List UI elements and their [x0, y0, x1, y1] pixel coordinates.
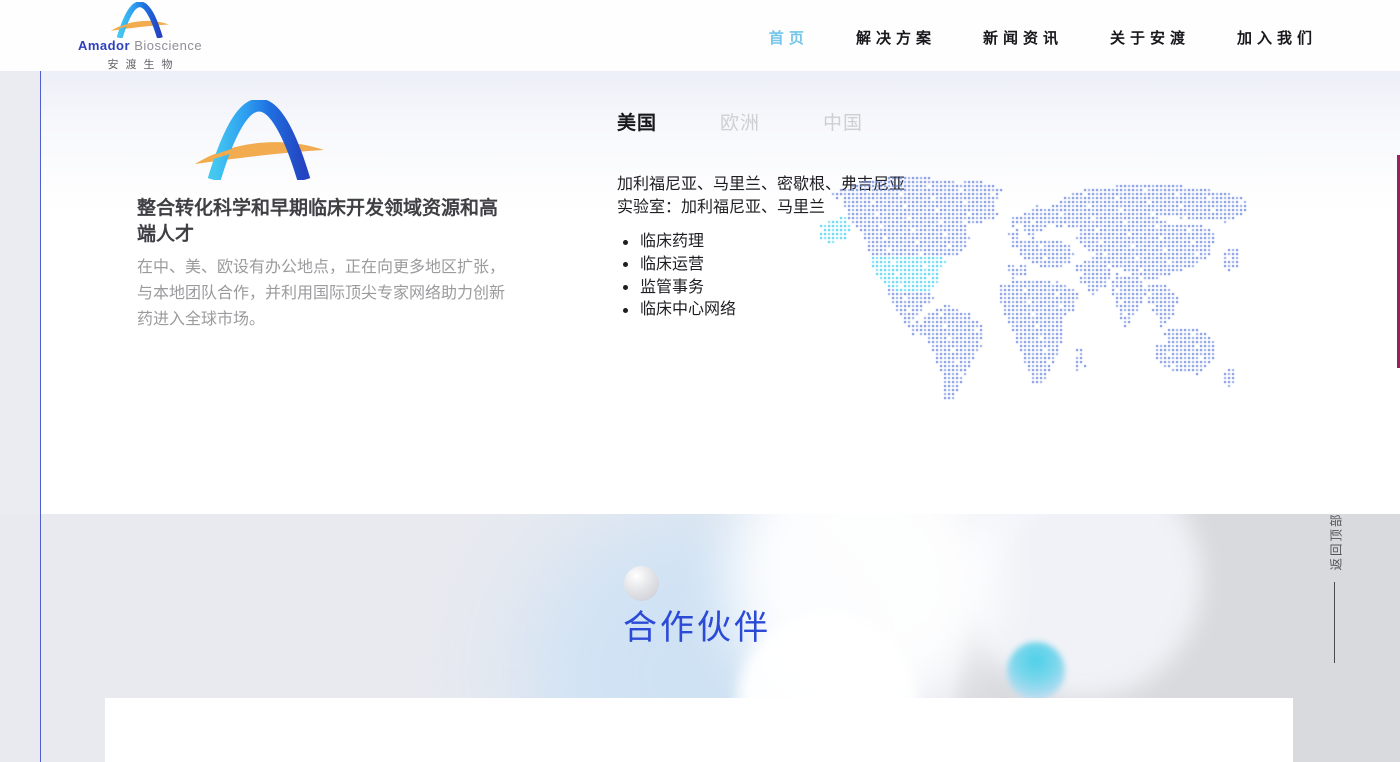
decor-sphere-gray [624, 566, 659, 601]
list-item: 临床药理 [623, 231, 736, 254]
list-item: 临床中心网络 [623, 299, 736, 322]
world-dot-map [815, 168, 1255, 400]
arch-logo-icon [108, 2, 172, 38]
world-map-canvas [815, 168, 1255, 400]
hero-description: 在中、美、欧设有办公地点，正在向更多地区扩张，与本地团队合作，并利用国际顶尖专家… [137, 255, 511, 333]
tab-china[interactable]: 中国 [823, 108, 863, 135]
tab-europe[interactable]: 欧洲 [720, 108, 760, 135]
list-item: 监管事务 [623, 277, 736, 300]
nav-item-home[interactable]: 首页 [769, 27, 809, 48]
partners-card [105, 698, 1293, 762]
main-nav: 首页 解决方案 新闻资讯 关于安渡 加入我们 [769, 27, 1317, 48]
tab-usa[interactable]: 美国 [617, 108, 657, 135]
hero-heading: 整合转化科学和早期临床开发领域资源和高端人才 [137, 196, 515, 248]
list-item: 临床运营 [623, 254, 736, 277]
nav-item-join[interactable]: 加入我们 [1237, 27, 1317, 48]
decor-sphere-cyan [1007, 642, 1065, 700]
nav-item-solutions[interactable]: 解决方案 [856, 27, 936, 48]
nav-item-about[interactable]: 关于安渡 [1110, 27, 1190, 48]
vertical-blue-rule [40, 71, 41, 762]
services-list: 临床药理 临床运营 监管事务 临床中心网络 [623, 231, 736, 322]
region-tabs: 美国 欧洲 中国 [617, 108, 863, 135]
left-margin-strip [0, 71, 40, 514]
partners-section: 合作伙伴 [0, 514, 1400, 762]
back-to-top-label: 返回顶部 [1326, 512, 1345, 570]
arch-logo-large-icon [192, 100, 327, 180]
back-to-top-button[interactable]: 返回顶部 [1307, 511, 1363, 571]
back-to-top-line [1334, 582, 1335, 663]
brand-name-cn: 安渡生物 [75, 56, 205, 72]
header: Amador Bioscience 安渡生物 首页 解决方案 新闻资讯 关于安渡… [0, 0, 1400, 71]
hero-section: 整合转化科学和早期临床开发领域资源和高端人才 在中、美、欧设有办公地点，正在向更… [41, 71, 1400, 514]
brand-name-en: Amador Bioscience [75, 38, 205, 53]
partners-title: 合作伙伴 [0, 600, 1394, 649]
nav-item-news[interactable]: 新闻资讯 [983, 27, 1063, 48]
brand-logo-block[interactable]: Amador Bioscience 安渡生物 [75, 2, 205, 72]
